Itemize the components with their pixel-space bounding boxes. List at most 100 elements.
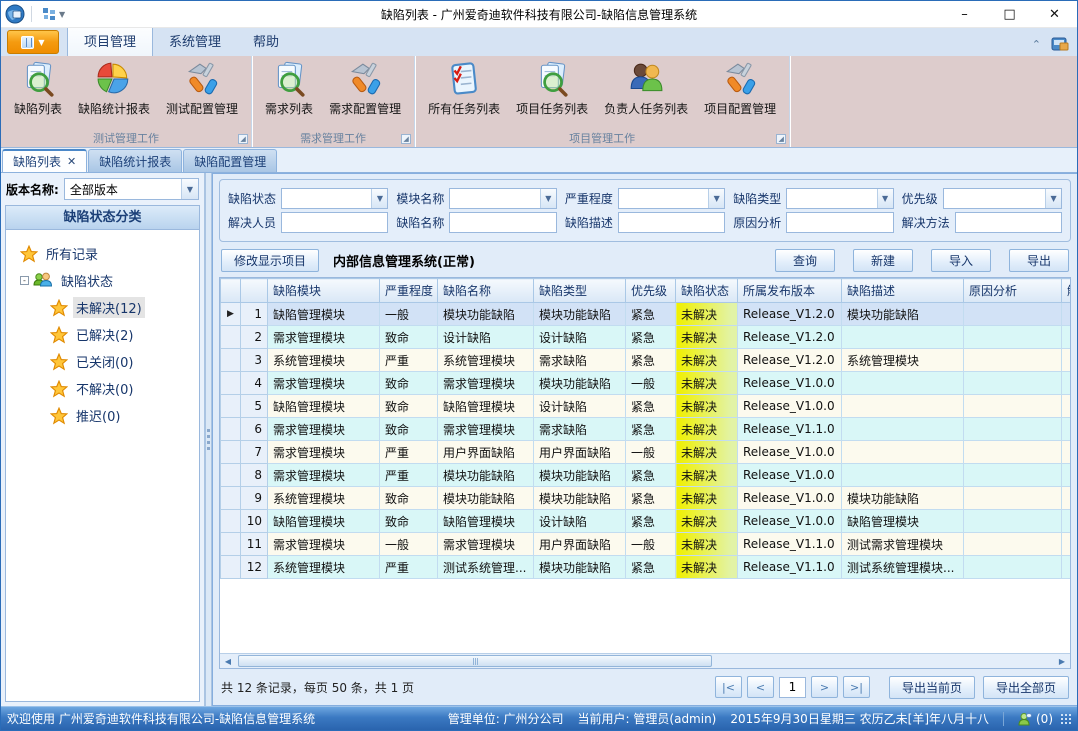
filter-input[interactable] <box>449 212 556 233</box>
filter-combo[interactable]: ▼ <box>618 188 725 209</box>
owner-tasks-button[interactable]: 负责人任务列表 <box>599 59 693 119</box>
maximize-button[interactable]: □ <box>987 1 1032 27</box>
tree-expander-icon[interactable]: - <box>20 276 29 285</box>
collapse-ribbon-icon[interactable]: ⌃ <box>1032 38 1041 51</box>
dialog-launcher-icon[interactable]: ◢ <box>238 134 248 144</box>
application-menu-button[interactable]: ▼ <box>7 30 59 54</box>
project-config-button[interactable]: 项目配置管理 <box>699 59 781 119</box>
table-row[interactable]: 11需求管理模块一般需求管理模块用户界面缺陷一般未解决Release_V1.1.… <box>221 533 1071 556</box>
row-selector-cell[interactable] <box>221 487 241 510</box>
table-row[interactable]: 12系统管理模块严重测试系统管理...模块功能缺陷紧急未解决Release_V1… <box>221 556 1071 579</box>
scroll-right-icon[interactable]: ▶ <box>1054 654 1070 668</box>
table-row[interactable]: 9系统管理模块致命模块功能缺陷模块功能缺陷紧急未解决Release_V1.0.0… <box>221 487 1071 510</box>
column-header[interactable]: 解决方法 <box>1062 279 1071 303</box>
requirement-list-button[interactable]: 需求列表 <box>260 59 318 119</box>
column-header[interactable]: 缺陷模块 <box>268 279 380 303</box>
test-config-button[interactable]: 测试配置管理 <box>161 59 243 119</box>
table-row[interactable]: 5缺陷管理模块致命缺陷管理模块设计缺陷紧急未解决Release_V1.0.0 <box>221 395 1071 418</box>
row-selector-cell[interactable] <box>221 372 241 395</box>
resize-grip[interactable] <box>1069 714 1071 724</box>
close-tab-icon[interactable]: ✕ <box>67 155 76 168</box>
style-manager-icon[interactable] <box>1051 36 1069 52</box>
column-header[interactable]: 缺陷类型 <box>534 279 626 303</box>
modify-columns-button[interactable]: 修改显示项目 <box>221 249 319 272</box>
tree-item[interactable]: 已关闭(0) <box>8 348 197 375</box>
last-page-button[interactable]: >| <box>843 676 870 698</box>
new-button[interactable]: 新建 <box>853 249 913 272</box>
requirement-config-button[interactable]: 需求配置管理 <box>324 59 406 119</box>
dialog-launcher-icon[interactable]: ◢ <box>401 134 411 144</box>
export-all-pages-button[interactable]: 导出全部页 <box>983 676 1069 699</box>
row-number-cell: 9 <box>241 487 268 510</box>
filter-input[interactable] <box>281 212 388 233</box>
defect-list-button[interactable]: 缺陷列表 <box>9 59 67 119</box>
table-row[interactable]: 8需求管理模块严重模块功能缺陷模块功能缺陷紧急未解决Release_V1.0.0 <box>221 464 1071 487</box>
scrollbar-thumb[interactable] <box>238 655 712 667</box>
next-page-button[interactable]: > <box>811 676 838 698</box>
defect-report-button[interactable]: 缺陷统计报表 <box>73 59 155 119</box>
row-selector-cell[interactable] <box>221 326 241 349</box>
version-select[interactable]: 全部版本 ▼ <box>64 178 199 200</box>
doc-tab-defect-report[interactable]: 缺陷统计报表 <box>88 149 182 172</box>
table-row[interactable]: ▶1缺陷管理模块一般模块功能缺陷模块功能缺陷紧急未解决Release_V1.2.… <box>221 303 1071 326</box>
minimize-button[interactable]: – <box>942 1 987 27</box>
tree-item[interactable]: 不解决(0) <box>8 375 197 402</box>
row-selector-cell[interactable] <box>221 395 241 418</box>
splitter-handle[interactable] <box>205 173 212 706</box>
column-header[interactable]: 原因分析 <box>964 279 1062 303</box>
row-selector-cell[interactable] <box>221 556 241 579</box>
table-row[interactable]: 2需求管理模块致命设计缺陷设计缺陷紧急未解决Release_V1.2.0 <box>221 326 1071 349</box>
row-selector-cell[interactable] <box>221 533 241 556</box>
filter-input[interactable] <box>618 212 725 233</box>
horizontal-scrollbar[interactable]: ◀ ▶ <box>220 653 1070 668</box>
tree-item[interactable]: 未解决(12) <box>8 294 197 321</box>
dialog-launcher-icon[interactable]: ◢ <box>776 134 786 144</box>
ribbon-tab-system[interactable]: 系统管理 <box>153 26 237 56</box>
close-button[interactable]: ✕ <box>1032 1 1077 27</box>
export-button[interactable]: 导出 <box>1009 249 1069 272</box>
filter-combo[interactable]: ▼ <box>943 188 1062 209</box>
column-header[interactable]: 缺陷描述 <box>842 279 964 303</box>
filter-combo[interactable]: ▼ <box>281 188 388 209</box>
status-cell: 未解决 <box>676 349 738 372</box>
tree-item[interactable]: 推迟(0) <box>8 402 197 429</box>
row-selector-cell[interactable] <box>221 464 241 487</box>
import-button[interactable]: 导入 <box>931 249 991 272</box>
column-header[interactable]: 所属发布版本 <box>738 279 842 303</box>
table-row[interactable]: 7需求管理模块严重用户界面缺陷用户界面缺陷一般未解决Release_V1.0.0 <box>221 441 1071 464</box>
prev-page-button[interactable]: < <box>747 676 774 698</box>
project-tasks-button[interactable]: 项目任务列表 <box>511 59 593 119</box>
ribbon-tab-help[interactable]: 帮助 <box>237 26 295 56</box>
filter-combo[interactable]: ▼ <box>449 188 556 209</box>
tree-item[interactable]: 所有记录 <box>8 240 197 267</box>
table-row[interactable]: 6需求管理模块致命需求管理模块需求缺陷紧急未解决Release_V1.1.0 <box>221 418 1071 441</box>
column-header[interactable]: 缺陷名称 <box>438 279 534 303</box>
row-selector-cell[interactable] <box>221 349 241 372</box>
scroll-left-icon[interactable]: ◀ <box>220 654 236 668</box>
tree-item[interactable]: 已解决(2) <box>8 321 197 348</box>
column-header[interactable]: 优先级 <box>626 279 676 303</box>
ribbon-tab-project[interactable]: 项目管理 <box>67 25 153 56</box>
row-selector-cell[interactable] <box>221 441 241 464</box>
column-header[interactable]: 缺陷状态 <box>676 279 738 303</box>
doc-tab-defect-config[interactable]: 缺陷配置管理 <box>183 149 277 172</box>
quick-access-toolbar-button[interactable]: ▼ <box>38 5 69 23</box>
tree-item[interactable]: -缺陷状态 <box>8 267 197 294</box>
column-header[interactable]: 严重程度 <box>380 279 438 303</box>
online-users-indicator[interactable]: (0) <box>1018 712 1053 726</box>
query-button[interactable]: 查询 <box>775 249 835 272</box>
page-number-input[interactable] <box>779 677 806 698</box>
row-selector-cell[interactable] <box>221 418 241 441</box>
all-tasks-button[interactable]: 所有任务列表 <box>423 59 505 119</box>
export-current-page-button[interactable]: 导出当前页 <box>889 676 975 699</box>
filter-input[interactable] <box>955 212 1062 233</box>
doc-tab-defect-list[interactable]: 缺陷列表 ✕ <box>2 149 87 172</box>
table-row[interactable]: 4需求管理模块致命需求管理模块模块功能缺陷一般未解决Release_V1.0.0 <box>221 372 1071 395</box>
row-selector-cell[interactable] <box>221 510 241 533</box>
filter-input[interactable] <box>786 212 893 233</box>
table-row[interactable]: 10缺陷管理模块致命缺陷管理模块设计缺陷紧急未解决Release_V1.0.0缺… <box>221 510 1071 533</box>
first-page-button[interactable]: |< <box>715 676 742 698</box>
current-row-indicator[interactable]: ▶ <box>221 303 241 326</box>
filter-combo[interactable]: ▼ <box>786 188 893 209</box>
table-row[interactable]: 3系统管理模块严重系统管理模块需求缺陷紧急未解决Release_V1.2.0系统… <box>221 349 1071 372</box>
